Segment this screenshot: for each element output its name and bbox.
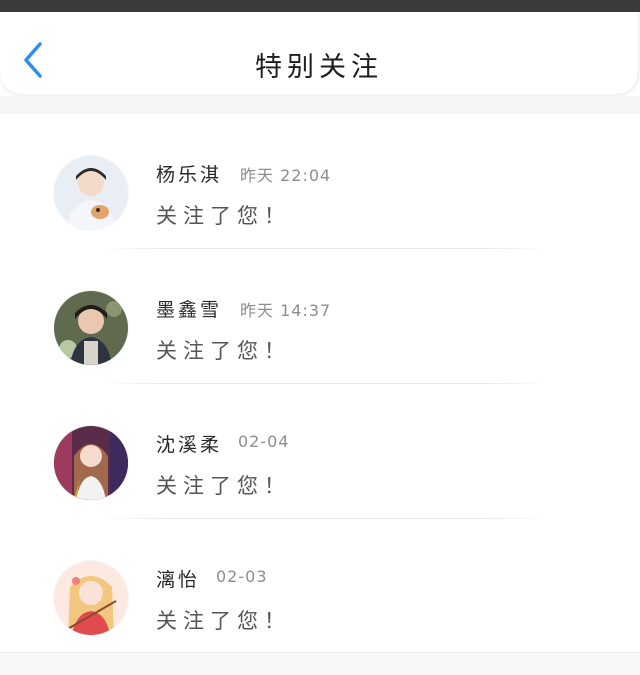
list-item[interactable]: 杨乐淇 昨天 22:04 关注了您！ xyxy=(0,114,640,249)
status-bar xyxy=(0,0,640,12)
user-name: 墨鑫雪 xyxy=(156,299,223,321)
avatar[interactable] xyxy=(54,156,128,230)
timestamp: 昨天 14:37 xyxy=(240,301,332,320)
bottom-area xyxy=(0,652,640,675)
avatar[interactable] xyxy=(54,291,128,365)
list-item[interactable]: 沈溪柔 02-04 关注了您！ xyxy=(0,384,640,519)
top-bar: 特别关注 xyxy=(0,12,639,94)
message-text: 关注了您！ xyxy=(156,339,291,363)
timestamp: 02-04 xyxy=(238,432,290,451)
user-name: 杨乐淇 xyxy=(156,164,223,186)
message-text: 关注了您！ xyxy=(156,474,291,498)
avatar[interactable] xyxy=(54,426,128,500)
user-name: 漓怡 xyxy=(156,569,201,591)
user-name: 沈溪柔 xyxy=(156,434,223,456)
message-text: 关注了您！ xyxy=(156,609,291,633)
follow-list: 杨乐淇 昨天 22:04 关注了您！ 墨鑫雪 昨天 14:37 关注了您！ 沈溪… xyxy=(0,114,640,654)
section-gap xyxy=(0,96,640,114)
page-title: 特别关注 xyxy=(255,52,383,83)
message-text: 关注了您！ xyxy=(156,204,291,228)
list-item[interactable]: 漓怡 02-03 关注了您！ xyxy=(0,519,640,654)
timestamp: 02-03 xyxy=(216,567,268,586)
avatar[interactable] xyxy=(54,561,128,635)
list-item[interactable]: 墨鑫雪 昨天 14:37 关注了您！ xyxy=(0,249,640,384)
timestamp: 昨天 22:04 xyxy=(240,166,332,185)
